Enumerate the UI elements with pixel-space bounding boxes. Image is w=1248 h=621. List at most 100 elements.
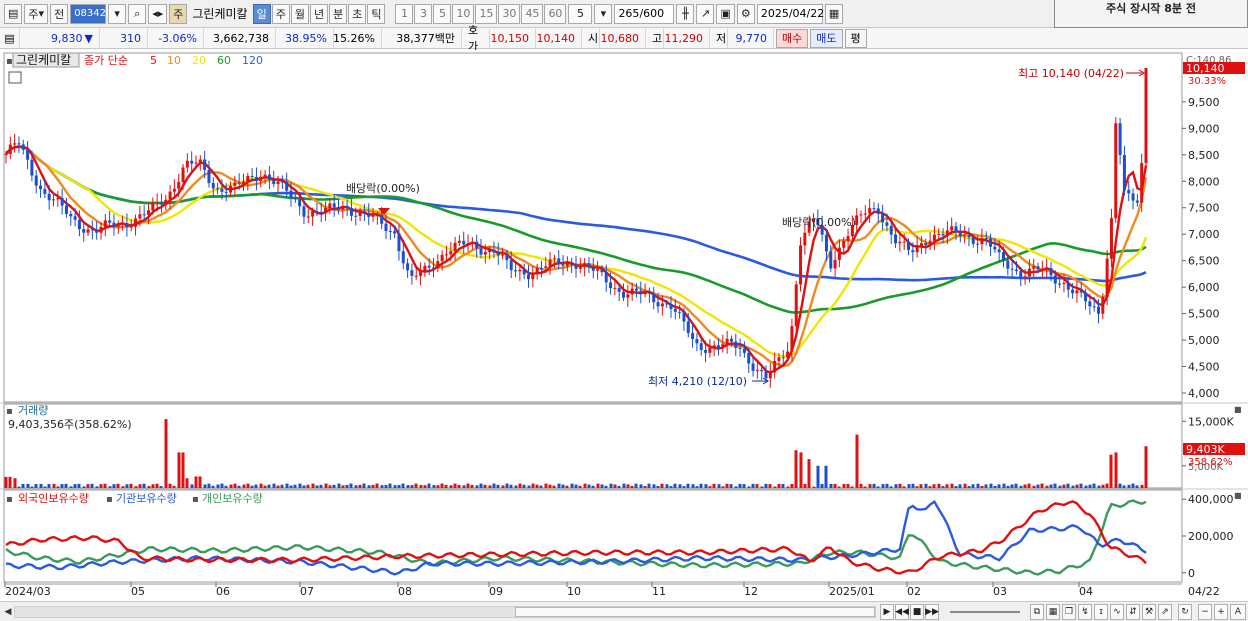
scroll-left-icon[interactable]: ◀ bbox=[2, 605, 14, 619]
zoom-reset-icon[interactable]: ↻ bbox=[1178, 604, 1192, 620]
period-tab-3[interactable]: 년 bbox=[309, 3, 329, 24]
interval-tab-3[interactable]: 3 bbox=[414, 3, 433, 24]
volume-bar bbox=[1088, 484, 1092, 488]
zoom-slider[interactable] bbox=[950, 611, 1020, 613]
period-main-select[interactable]: 주 ▾ bbox=[24, 3, 49, 24]
price-tick-label-6: 6,500 bbox=[1188, 255, 1220, 268]
ask-price: 10,150 bbox=[490, 28, 536, 48]
candle-body bbox=[95, 230, 99, 233]
count-input[interactable]: 265/600 bbox=[614, 3, 675, 24]
candle-body bbox=[622, 291, 625, 298]
candle-body bbox=[1049, 268, 1053, 276]
volume-bar bbox=[501, 485, 505, 488]
candle-body bbox=[207, 169, 211, 183]
date-input[interactable]: 2025/04/22 bbox=[756, 3, 824, 24]
candle-body bbox=[1088, 301, 1092, 307]
interval-tab-60[interactable]: 60 bbox=[544, 3, 567, 24]
chart-area[interactable]: 9,500 9,000 8,500 8,000 7,500 7,000 6,500 6,000… bbox=[0, 50, 1248, 601]
volume-bar bbox=[971, 484, 975, 488]
forward-icon[interactable]: ▶▶ bbox=[925, 604, 939, 620]
eval-button[interactable]: 평 bbox=[844, 28, 867, 48]
interval-tab-5[interactable]: 5 bbox=[433, 3, 452, 24]
candle-body bbox=[198, 159, 202, 163]
interval-tab-30[interactable]: 30 bbox=[498, 3, 521, 24]
candle-body bbox=[82, 229, 86, 233]
chart-scrollbar[interactable]: ◀ ▶ ◀◀ ■ ▶▶ ⧉ ▦ ❐ ↯ ɪ ∿ ⇵ ⚒ ⇗ ↻ − + A bbox=[0, 601, 1248, 621]
period-tab-1[interactable]: 주 bbox=[271, 3, 290, 24]
period-tab-5[interactable]: 초 bbox=[348, 3, 367, 24]
auto-scale-icon[interactable]: A bbox=[1230, 604, 1246, 620]
calendar-icon[interactable]: ▦ bbox=[824, 3, 844, 24]
stock-chart-svg[interactable]: 9,500 9,000 8,500 8,000 7,500 7,000 6,500 6,000… bbox=[0, 50, 1248, 601]
export-icon[interactable]: ⇗ bbox=[1158, 604, 1172, 620]
high-label: 고 bbox=[646, 28, 664, 48]
down-arrow-icon: ▼ bbox=[84, 31, 93, 45]
candle-body bbox=[514, 270, 518, 272]
chart-type-icon[interactable]: ↯ bbox=[1078, 604, 1092, 620]
compare-icon[interactable]: ⇵ bbox=[1126, 604, 1140, 620]
volume-bar bbox=[747, 486, 751, 488]
chart-menu-icon[interactable]: ▤ bbox=[4, 3, 23, 24]
candle-body bbox=[902, 241, 906, 243]
rewind-icon[interactable]: ◀◀ bbox=[895, 604, 909, 620]
candle-body bbox=[267, 174, 271, 180]
interval-tab-45[interactable]: 45 bbox=[521, 3, 544, 24]
price-tick-label-4: 7,500 bbox=[1188, 202, 1220, 215]
period-prev-button[interactable]: 전 bbox=[50, 3, 69, 24]
interval-tab-1[interactable]: 1 bbox=[395, 3, 414, 24]
x-label-12: 04 bbox=[1079, 585, 1093, 598]
indicator-icon[interactable]: ɪ bbox=[1094, 604, 1108, 620]
candle-body bbox=[220, 188, 224, 192]
volume-bar bbox=[941, 486, 945, 488]
grid-icon[interactable]: ▦ bbox=[1046, 604, 1060, 620]
copy-icon[interactable]: ❐ bbox=[1062, 604, 1076, 620]
buy-button[interactable]: 매수 bbox=[776, 28, 809, 48]
candle-body bbox=[842, 240, 846, 248]
draw-tool-icon[interactable]: ↗ bbox=[696, 3, 715, 24]
candle-body bbox=[509, 260, 513, 271]
settings-icon[interactable]: ⚙ bbox=[736, 3, 755, 24]
zoom-in-icon[interactable]: + bbox=[1214, 604, 1228, 620]
candle-body bbox=[371, 215, 375, 217]
sell-button[interactable]: 매도 bbox=[810, 28, 843, 48]
candle-body bbox=[354, 215, 358, 217]
code-dropdown-icon[interactable]: ▾ bbox=[108, 3, 127, 24]
search-icon[interactable]: ⌕ bbox=[128, 3, 147, 24]
info-menu-icon[interactable]: ▤ bbox=[0, 28, 20, 48]
candle-body bbox=[824, 234, 828, 252]
period-tab-0[interactable]: 일 bbox=[252, 3, 271, 24]
volume-bar bbox=[578, 485, 582, 488]
volume-bar bbox=[475, 485, 479, 488]
volume-bar bbox=[863, 486, 867, 488]
speaker-icon[interactable]: ◂▸ bbox=[148, 3, 168, 24]
volume-bar bbox=[354, 485, 358, 488]
zoom-out-icon[interactable]: − bbox=[1198, 604, 1212, 620]
scroll-track[interactable] bbox=[14, 606, 876, 618]
volume-bar bbox=[609, 483, 613, 488]
candle-body bbox=[470, 241, 474, 244]
dividend-note-1: 배당락(0.00%) bbox=[346, 182, 420, 195]
candle-tool-icon[interactable]: ╫ bbox=[676, 3, 695, 24]
play-icon[interactable]: ▶ bbox=[880, 604, 894, 620]
interval-dropdown-icon[interactable]: ▾ bbox=[594, 3, 613, 24]
period-tab-4[interactable]: 분 bbox=[329, 3, 348, 24]
period-tab-2[interactable]: 월 bbox=[290, 3, 309, 24]
interval-tab-15[interactable]: 15 bbox=[475, 3, 498, 24]
hold-tick-label-0: 400,000 bbox=[1188, 493, 1234, 506]
interval-tab-10[interactable]: 10 bbox=[452, 3, 475, 24]
volume-bar bbox=[401, 483, 405, 488]
stop-icon[interactable]: ■ bbox=[910, 604, 924, 620]
save-icon[interactable]: ▣ bbox=[716, 3, 735, 24]
layout-icon[interactable]: ⧉ bbox=[1030, 604, 1044, 620]
stock-code-input[interactable]: 083420 bbox=[70, 3, 112, 24]
volume-bar bbox=[332, 484, 336, 488]
scroll-thumb[interactable] bbox=[515, 607, 875, 617]
candle-body bbox=[164, 199, 168, 205]
period-tab-6[interactable]: 틱 bbox=[367, 3, 386, 24]
volume-bar bbox=[544, 483, 548, 488]
tool-icon[interactable]: ⚒ bbox=[1142, 604, 1156, 620]
interval-select[interactable]: 5 bbox=[568, 3, 593, 24]
candle-body bbox=[755, 369, 759, 371]
volume-bar bbox=[1027, 483, 1031, 488]
trend-icon[interactable]: ∿ bbox=[1110, 604, 1124, 620]
